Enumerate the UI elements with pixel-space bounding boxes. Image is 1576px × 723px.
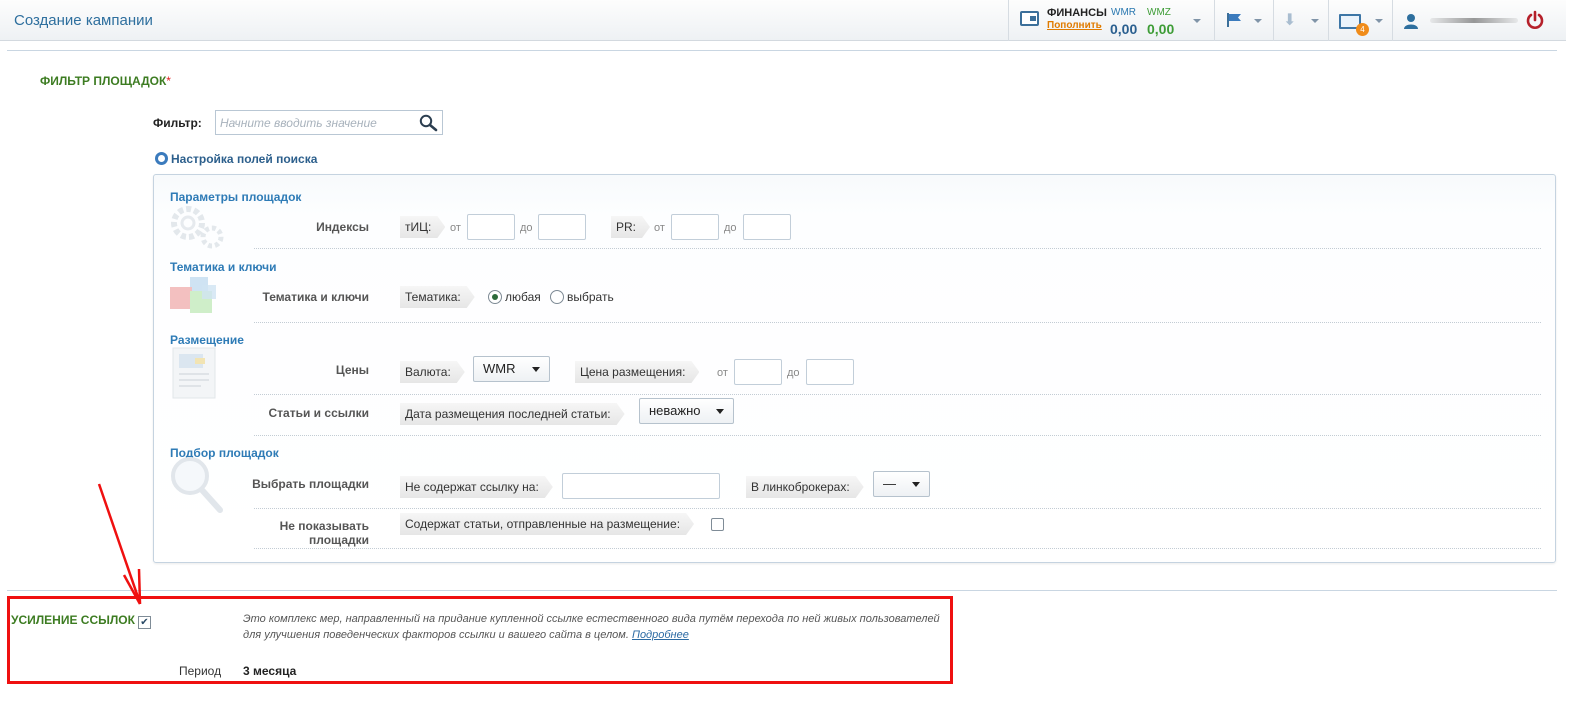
- prices-label: Цены: [335, 363, 369, 377]
- chevron-down-icon: [912, 482, 920, 487]
- annotation-arrow: [97, 483, 142, 605]
- mail-count-badge: 4: [1356, 23, 1369, 36]
- wmr-balance: 0,00: [1110, 21, 1138, 37]
- pr-to-input[interactable]: [743, 214, 791, 240]
- indexes-label: Индексы: [316, 220, 369, 234]
- wmr-label: WMR: [1111, 7, 1136, 18]
- brokers-value: —: [883, 476, 896, 491]
- top-up-link[interactable]: Пополнить: [1047, 20, 1102, 31]
- wmz-balance: 0,00: [1147, 21, 1175, 37]
- tic-from-input[interactable]: [467, 214, 515, 240]
- page-root: Создание кампании ФИНАНСЫ Пополнить WMR …: [0, 0, 1576, 723]
- mail-dropdown-icon[interactable]: [1375, 19, 1383, 23]
- price-tag: Цена размещения:: [575, 361, 699, 383]
- brokers-select[interactable]: —: [873, 471, 930, 497]
- filter-search-input[interactable]: [220, 114, 416, 132]
- brokers-tag: В линкоброкерах:: [746, 476, 864, 498]
- pr-tag: PR:: [611, 216, 650, 238]
- tic-from-label: от: [450, 222, 461, 234]
- header-separator: [1008, 0, 1009, 41]
- download-dropdown-icon[interactable]: [1311, 19, 1319, 23]
- articles-sent-checkbox[interactable]: [711, 518, 724, 531]
- topic-any-label: любая: [505, 290, 541, 304]
- articles-links-label: Статьи и ссылки: [268, 406, 370, 420]
- wmz-label: WMZ: [1147, 7, 1171, 18]
- power-icon[interactable]: [1525, 10, 1545, 30]
- chevron-down-icon: [532, 367, 540, 372]
- price-from-input[interactable]: [734, 359, 782, 385]
- topic-any-radio[interactable]: [488, 290, 502, 304]
- boost-desc-line2: для улучшения поведенческих факторов ссы…: [243, 629, 629, 641]
- topic-tag: Тематика:: [400, 286, 475, 308]
- choose-sites-label: Выбрать площадки: [252, 477, 369, 491]
- tic-tag: тИЦ:: [400, 216, 445, 238]
- top-bar: Создание кампании ФИНАНСЫ Пополнить WMR …: [0, 0, 1566, 41]
- header-separator: [1328, 0, 1329, 41]
- more-link[interactable]: Подробнее: [632, 629, 689, 641]
- filter-panel: Параметры площадок Индексы тИЦ: от до PR…: [153, 174, 1556, 563]
- row-divider: [254, 548, 1541, 549]
- pr-to-label: до: [724, 222, 737, 234]
- finance-dropdown-icon[interactable]: [1193, 19, 1201, 23]
- tic-to-label: до: [520, 222, 533, 234]
- flag-dropdown-icon[interactable]: [1254, 19, 1262, 23]
- period-value: 3 месяца: [243, 664, 297, 678]
- boost-desc-line1: Это комплекс мер, направленный на придан…: [243, 613, 940, 625]
- user-name-blurred[interactable]: [1430, 18, 1518, 23]
- boost-description: Это комплекс мер, направленный на придан…: [243, 611, 948, 643]
- price-to-input[interactable]: [806, 359, 854, 385]
- pr-from-label: от: [654, 222, 665, 234]
- articles-sent-tag: Содержат статьи, отправленные на размеще…: [400, 513, 694, 535]
- topics-row-label: Тематика и ключи: [262, 290, 369, 304]
- currency-select[interactable]: WMR: [473, 356, 550, 382]
- date-value: неважно: [649, 403, 701, 418]
- wallet-icon[interactable]: [1020, 11, 1039, 26]
- filter-search-box: [215, 110, 443, 135]
- last-article-date-tag: Дата размещения последней статьи:: [400, 403, 625, 425]
- finance-label: ФИНАНСЫ: [1047, 7, 1107, 19]
- currency-tag: Валюта:: [400, 361, 465, 383]
- row-divider: [254, 394, 1541, 395]
- tic-to-input[interactable]: [538, 214, 586, 240]
- period-label: Период: [179, 664, 222, 678]
- pr-from-input[interactable]: [671, 214, 719, 240]
- row-divider: [254, 248, 1541, 249]
- search-icon[interactable]: [418, 114, 438, 132]
- row-divider: [254, 322, 1541, 323]
- topic-choose-radio[interactable]: [550, 290, 564, 304]
- chevron-down-icon: [716, 409, 724, 414]
- hide-sites-label: Не показывать площадки: [279, 519, 369, 547]
- price-to-label: до: [787, 367, 800, 379]
- header-separator: [1273, 0, 1274, 41]
- user-icon[interactable]: [1403, 13, 1419, 29]
- flag-icon[interactable]: [1226, 13, 1242, 27]
- header-separator: [1214, 0, 1215, 41]
- download-icon[interactable]: ⬇: [1283, 13, 1296, 29]
- row-divider: [254, 435, 1541, 436]
- currency-value: WMR: [483, 361, 516, 376]
- no-link-tag: Не содержат ссылку на:: [400, 476, 553, 498]
- last-article-date-select[interactable]: неважно: [639, 398, 734, 424]
- price-from-label: от: [717, 367, 728, 379]
- section-divider: [7, 50, 1557, 51]
- no-link-input[interactable]: [562, 473, 720, 499]
- section-divider: [7, 590, 1557, 591]
- header-separator: [1392, 0, 1393, 41]
- row-divider: [254, 508, 1541, 509]
- topic-choose-label: выбрать: [567, 290, 614, 304]
